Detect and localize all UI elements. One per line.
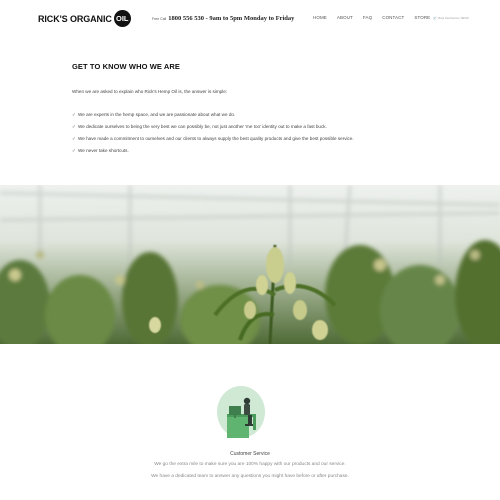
main-nav: HOME ABOUT FAQ CONTACT STORE bbox=[313, 15, 430, 20]
cart-link[interactable]: 🛒 View Cart Items / $0.00 bbox=[433, 16, 469, 20]
service-text-line: We go the extra mile to make sure you ar… bbox=[154, 462, 346, 467]
cart-text: View Cart Items / $0.00 bbox=[437, 16, 469, 20]
nav-faq[interactable]: FAQ bbox=[363, 15, 372, 20]
bullet-text: We have made a commitment to ourselves a… bbox=[78, 136, 354, 141]
about-section: GET TO KNOW WHO WE ARE When we are asked… bbox=[72, 62, 432, 153]
hemp-greenhouse-photo bbox=[0, 185, 500, 344]
customer-service-section: Customer Service We go the extra mile to… bbox=[0, 384, 500, 500]
site-logo[interactable]: RICK'S ORGANIC OIL bbox=[38, 10, 131, 27]
hero-image bbox=[0, 185, 500, 344]
customer-service-illustration bbox=[217, 386, 265, 438]
bullet-text: We dedicate ourselves to being the very … bbox=[78, 124, 327, 129]
list-item: ✓ We never take shortcuts. bbox=[72, 148, 354, 160]
bullet-text: We never take shortcuts. bbox=[78, 148, 129, 153]
logo-oil-badge: OIL bbox=[113, 10, 131, 27]
nav-home[interactable]: HOME bbox=[313, 15, 327, 20]
nav-store[interactable]: STORE bbox=[414, 15, 430, 20]
about-bullet-list: ✓ We are experts in the hemp space, and … bbox=[72, 112, 354, 160]
phone-number[interactable]: 1800 556 530 - 9am to 5pm Monday to Frid… bbox=[168, 15, 294, 22]
cart-icon: 🛒 bbox=[433, 16, 437, 20]
nav-about[interactable]: ABOUT bbox=[337, 15, 353, 20]
phone-info: Free Call 1800 556 530 - 9am to 5pm Mond… bbox=[152, 15, 294, 22]
logo-text: RICK'S ORGANIC bbox=[38, 13, 112, 24]
intro-text: When we are asked to explain who Rick's … bbox=[72, 89, 228, 94]
nav-contact[interactable]: CONTACT bbox=[382, 15, 404, 20]
list-item: ✓ We have made a commitment to ourselves… bbox=[72, 136, 354, 148]
list-item: ✓ We are experts in the hemp space, and … bbox=[72, 112, 354, 124]
service-title: Customer Service bbox=[230, 451, 270, 457]
bullet-text: We are experts in the hemp space, and we… bbox=[78, 112, 236, 117]
list-item: ✓ We dedicate ourselves to being the ver… bbox=[72, 124, 354, 136]
service-text-line: We have a dedicated team to answer any q… bbox=[151, 474, 349, 479]
phone-label: Free Call bbox=[152, 17, 167, 21]
section-title: GET TO KNOW WHO WE ARE bbox=[72, 62, 181, 71]
site-header: RICK'S ORGANIC OIL Free Call 1800 556 53… bbox=[0, 0, 500, 36]
